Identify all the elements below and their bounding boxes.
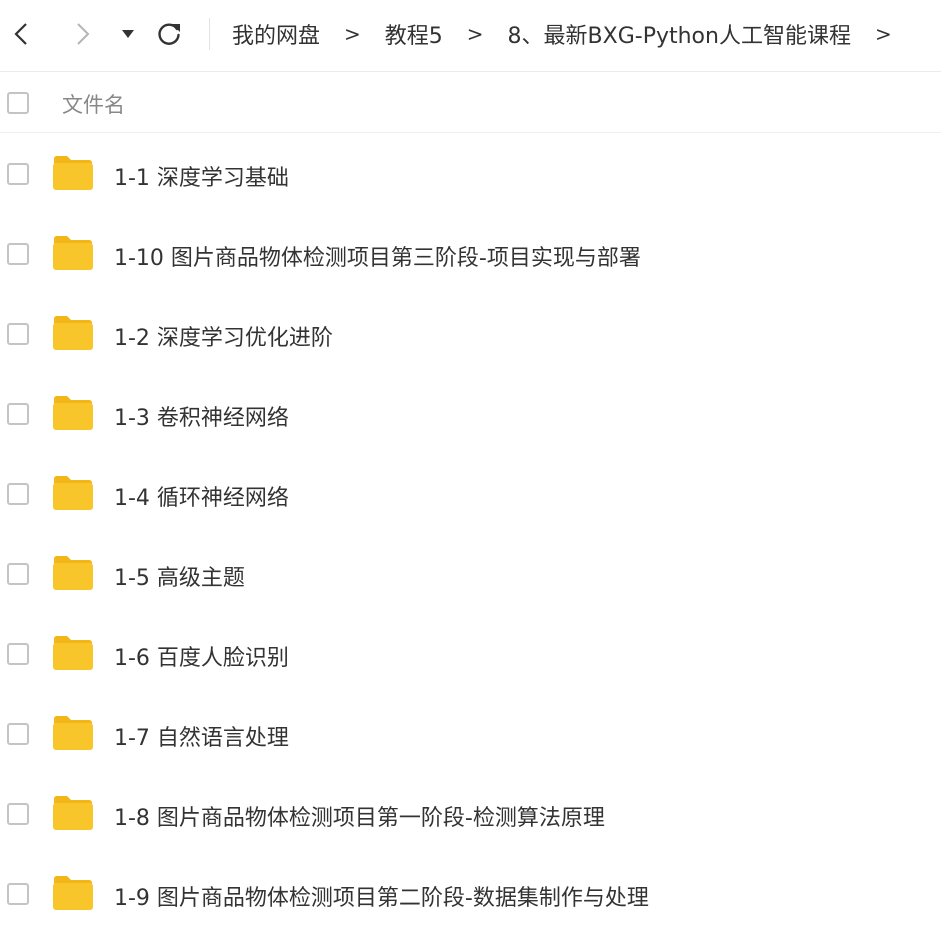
folder-icon (53, 316, 93, 350)
toolbar-divider (209, 18, 210, 50)
caret-down-icon (122, 30, 134, 38)
file-list-header: 文件名 (0, 73, 941, 133)
select-all-checkbox[interactable] (7, 92, 29, 114)
back-button[interactable] (8, 20, 36, 48)
row-checkbox[interactable] (7, 643, 29, 665)
folder-icon (53, 556, 93, 590)
folder-icon (53, 636, 93, 670)
folder-icon (53, 476, 93, 510)
folder-icon (53, 716, 93, 750)
breadcrumb: 我的网盘 > 教程5 > 8、最新BXG-Python人工智能课程 > (232, 0, 916, 68)
file-name: 1-10 图片商品物体检测项目第三阶段-项目实现与部署 (114, 246, 641, 271)
file-row[interactable]: 1-7 自然语言处理 (0, 695, 941, 775)
file-row[interactable]: 1-10 图片商品物体检测项目第三阶段-项目实现与部署 (0, 215, 941, 295)
file-name: 1-9 图片商品物体检测项目第二阶段-数据集制作与处理 (114, 886, 649, 911)
folder-icon (53, 876, 93, 910)
chevron-right-icon (77, 23, 90, 45)
breadcrumb-item-tutorial[interactable]: 教程5 (385, 18, 443, 50)
file-row[interactable]: 1-9 图片商品物体检测项目第二阶段-数据集制作与处理 (0, 855, 941, 935)
filename-column-header[interactable]: 文件名 (62, 89, 125, 119)
file-row[interactable]: 1-1 深度学习基础 (0, 135, 941, 215)
refresh-icon (158, 23, 180, 45)
row-checkbox[interactable] (7, 723, 29, 745)
row-checkbox[interactable] (7, 163, 29, 185)
file-name: 1-6 百度人脸识别 (114, 646, 289, 671)
breadcrumb-separator: > (344, 22, 361, 46)
row-checkbox[interactable] (7, 483, 29, 505)
history-dropdown-button[interactable] (114, 20, 142, 48)
toolbar: 我的网盘 > 教程5 > 8、最新BXG-Python人工智能课程 > (0, 0, 941, 72)
row-checkbox[interactable] (7, 403, 29, 425)
row-checkbox[interactable] (7, 883, 29, 905)
file-row[interactable]: 1-8 图片商品物体检测项目第一阶段-检测算法原理 (0, 775, 941, 855)
row-checkbox[interactable] (7, 803, 29, 825)
folder-icon (53, 156, 93, 190)
file-name: 1-8 图片商品物体检测项目第一阶段-检测算法原理 (114, 806, 605, 831)
folder-icon (53, 796, 93, 830)
file-name: 1-2 深度学习优化进阶 (114, 326, 333, 351)
row-checkbox[interactable] (7, 243, 29, 265)
file-name: 1-3 卷积神经网络 (114, 406, 289, 431)
breadcrumb-separator: > (874, 22, 892, 46)
breadcrumb-item-course[interactable]: 8、最新BXG-Python人工智能课程 (508, 18, 851, 50)
refresh-button[interactable] (155, 20, 183, 48)
file-row[interactable]: 1-2 深度学习优化进阶 (0, 295, 941, 375)
file-row[interactable]: 1-4 循环神经网络 (0, 455, 941, 535)
file-row[interactable]: 1-3 卷积神经网络 (0, 375, 941, 455)
file-name: 1-1 深度学习基础 (114, 166, 289, 191)
file-row[interactable]: 1-6 百度人脸识别 (0, 615, 941, 695)
file-name: 1-7 自然语言处理 (114, 726, 289, 751)
forward-button[interactable] (68, 20, 96, 48)
file-list: 1-1 深度学习基础 1-10 图片商品物体检测项目第三阶段-项目实现与部署 1-2… (0, 135, 941, 935)
folder-icon (53, 396, 93, 430)
file-name: 1-5 高级主题 (114, 566, 245, 591)
breadcrumb-item-root[interactable]: 我的网盘 (232, 18, 320, 50)
chevron-left-icon (14, 23, 27, 45)
row-checkbox[interactable] (7, 563, 29, 585)
breadcrumb-separator: > (466, 22, 484, 46)
file-row[interactable]: 1-5 高级主题 (0, 535, 941, 615)
row-checkbox[interactable] (7, 323, 29, 345)
folder-icon (53, 236, 93, 270)
file-name: 1-4 循环神经网络 (114, 486, 289, 511)
